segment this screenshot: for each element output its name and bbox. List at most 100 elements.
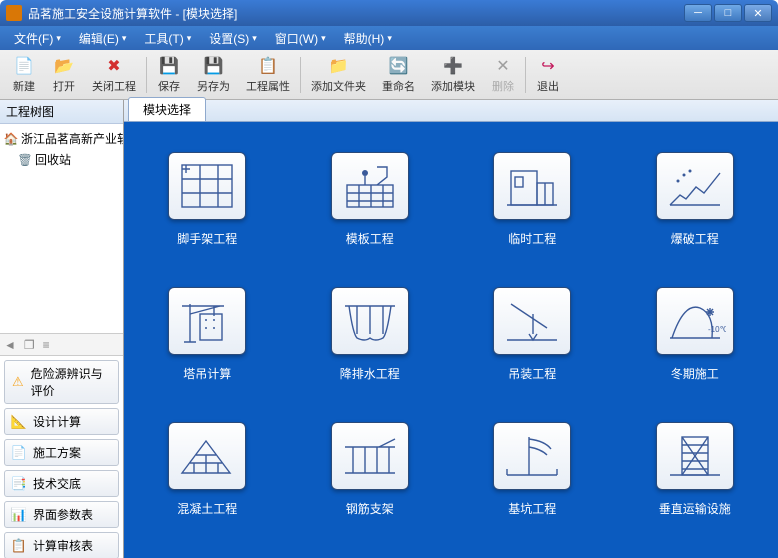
module-crane[interactable]: 塔吊计算 (151, 287, 264, 382)
module-label: 钢筋支架 (346, 500, 394, 517)
close-button[interactable]: ✕ (744, 4, 772, 22)
module-icon (168, 287, 246, 355)
chevron-down-icon: ▾ (252, 33, 257, 44)
tool-label: 添加模块 (431, 78, 475, 94)
params-icon: 📊 (11, 507, 27, 523)
module-icon (493, 422, 571, 490)
module-concrete[interactable]: 混凝土工程 (151, 422, 264, 517)
module-winter[interactable]: -10℃冬期施工 (639, 287, 752, 382)
tool-close-project[interactable]: ✖ 关闭工程 (84, 52, 144, 98)
menu-工具[interactable]: 工具(T)▾ (136, 27, 199, 50)
module-icon (331, 287, 409, 355)
tree-item-label: 浙江品茗高新产业软件 (21, 130, 123, 147)
module-hoist[interactable]: 吊装工程 (476, 287, 589, 382)
module-temporary[interactable]: 临时工程 (476, 152, 589, 247)
menu-label: 帮助(H) (344, 30, 385, 47)
tool-open[interactable]: 📂打开 (44, 52, 84, 98)
module-scaffold[interactable]: 脚手架工程 (151, 152, 264, 247)
side-btn-calc[interactable]: 📐 设计计算 (4, 408, 119, 435)
module-dewater[interactable]: 降排水工程 (314, 287, 427, 382)
module-rebar[interactable]: 钢筋支架 (314, 422, 427, 517)
titlebar: 品茗施工安全设施计算软件 - [模块选择] ─ □ ✕ (0, 0, 778, 26)
calc-icon: 📐 (11, 414, 27, 430)
add-module-icon: ➕ (443, 56, 463, 76)
side-btn-plan[interactable]: 📄 施工方案 (4, 439, 119, 466)
tool-label: 删除 (492, 78, 514, 94)
side-btn-params[interactable]: 📊界面参数表 (4, 501, 119, 528)
side-btn-label: 计算审核表 (33, 537, 93, 554)
main: 模块选择 脚手架工程 模板工程临时工程爆破工程塔吊计算降排水工程 吊装工程 -10℃冬… (124, 100, 778, 558)
side-btn-warning[interactable]: ⚠危险源辨识与评价 (4, 360, 119, 404)
bin-icon: 🗑 (18, 153, 32, 167)
tool-label: 重命名 (382, 78, 415, 94)
module-icon (168, 422, 246, 490)
chevron-down-icon: ▾ (387, 33, 392, 44)
module-label: 脚手架工程 (177, 230, 237, 247)
exit-icon: ↪ (538, 56, 558, 76)
module-icon (656, 152, 734, 220)
tool-add-module[interactable]: ➕ 添加模块 (423, 52, 483, 98)
tool-label: 退出 (537, 78, 559, 94)
plan-icon: 📄 (11, 445, 27, 461)
home-icon: 🏠 (4, 132, 18, 146)
save-icon: 💾 (159, 56, 179, 76)
delete-icon: ✕ (493, 56, 513, 76)
module-grid: 脚手架工程 模板工程临时工程爆破工程塔吊计算降排水工程 吊装工程 -10℃冬期施工混凝… (151, 152, 751, 517)
module-blasting[interactable]: 爆破工程 (639, 152, 752, 247)
menu-帮助[interactable]: 帮助(H)▾ (336, 27, 400, 50)
toolbar-separator (300, 57, 301, 93)
tool-copy-icon[interactable]: ❐ (24, 338, 35, 352)
tool-properties[interactable]: 📋 工程属性 (238, 52, 298, 98)
menu-编辑[interactable]: 编辑(E)▾ (71, 27, 135, 50)
tabstrip: 模块选择 (124, 100, 778, 122)
maximize-button[interactable]: □ (714, 4, 742, 22)
open-icon: 📂 (54, 56, 74, 76)
menu-设置[interactable]: 设置(S)▾ (201, 27, 265, 50)
module-vertical[interactable]: 垂直运输设施 (639, 422, 752, 517)
module-label: 吊装工程 (508, 365, 556, 382)
module-icon (493, 287, 571, 355)
menu-窗口[interactable]: 窗口(W)▾ (267, 27, 334, 50)
module-label: 垂直运输设施 (659, 500, 731, 517)
tool-label: 关闭工程 (92, 78, 136, 94)
side-btn-label: 设计计算 (33, 413, 81, 430)
menubar: 文件(F)▾编辑(E)▾工具(T)▾设置(S)▾窗口(W)▾帮助(H)▾ (0, 26, 778, 50)
module-formwork[interactable]: 模板工程 (314, 152, 427, 247)
close-project-icon: ✖ (104, 56, 124, 76)
tool-label: 工程属性 (246, 78, 290, 94)
project-tree[interactable]: 🏠浙江品茗高新产业软件🗑回收站 (0, 124, 123, 334)
tool-exit[interactable]: ↪ 退出 (528, 52, 568, 98)
menu-文件[interactable]: 文件(F)▾ (6, 27, 69, 50)
module-icon (331, 152, 409, 220)
tool-list-icon[interactable]: ≡ (43, 338, 50, 352)
side-btn-label: 危险源辨识与评价 (31, 365, 112, 399)
module-label: 基坑工程 (508, 500, 556, 517)
chevron-down-icon: ▾ (122, 33, 127, 44)
toolbar-separator (525, 57, 526, 93)
tool-add-folder[interactable]: 📁添加文件夹 (303, 52, 374, 98)
review-icon: 📋 (11, 538, 27, 554)
rename-icon: 🔄 (389, 56, 409, 76)
svg-text:-10℃: -10℃ (708, 325, 726, 334)
body: 工程树图 🏠浙江品茗高新产业软件🗑回收站 ◄ ❐ ≡ ⚠危险源辨识与评价📐设计计… (0, 100, 778, 558)
properties-icon: 📋 (258, 56, 278, 76)
side-btn-tech[interactable]: 📑技术交底 (4, 470, 119, 497)
tool-prev-icon[interactable]: ◄ (4, 338, 16, 352)
tree-item[interactable]: 🏠浙江品茗高新产业软件 (4, 128, 119, 149)
minimize-button[interactable]: ─ (684, 4, 712, 22)
side-btn-label: 施工方案 (33, 444, 81, 461)
tool-save[interactable]: 💾保存 (149, 52, 189, 98)
tree-header: 工程树图 (0, 100, 123, 124)
module-icon: -10℃ (656, 287, 734, 355)
tree-item-label: 回收站 (35, 151, 71, 168)
tool-rename[interactable]: 🔄 重命名 (374, 52, 423, 98)
side-btn-review[interactable]: 📋 计算审核表 (4, 532, 119, 558)
tool-delete: ✕ 删除 (483, 52, 523, 98)
tool-label: 添加文件夹 (311, 78, 366, 94)
tool-new[interactable]: 📄新建 (4, 52, 44, 98)
module-label: 降排水工程 (340, 365, 400, 382)
tool-save-as[interactable]: 💾另存为 (189, 52, 238, 98)
tab-module-select[interactable]: 模块选择 (128, 97, 206, 121)
module-pit[interactable]: 基坑工程 (476, 422, 589, 517)
tree-item[interactable]: 🗑回收站 (4, 149, 119, 170)
